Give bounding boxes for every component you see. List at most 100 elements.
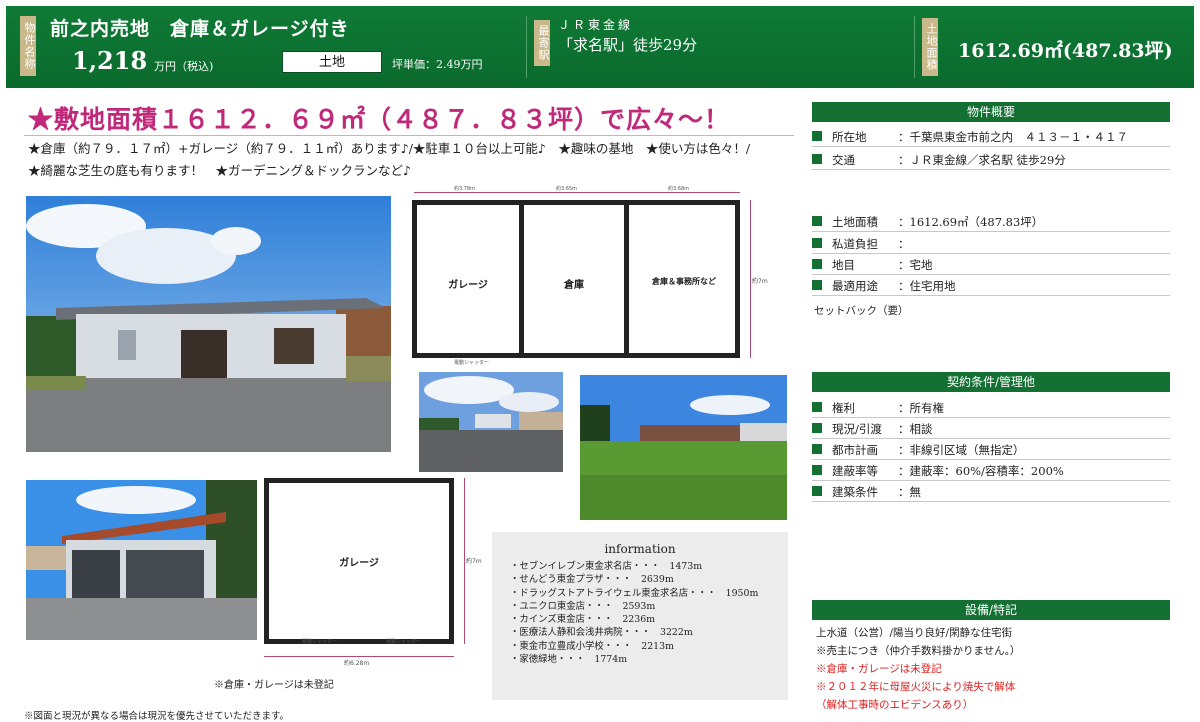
- garage-photo: [26, 480, 257, 640]
- row-value: ：: [898, 237, 910, 251]
- feature-warning: ※２０１２年に母屋火災により焼失で解体: [816, 681, 1016, 693]
- bullet-square: [812, 259, 822, 269]
- unregistered-note: ※倉庫・ガレージは未登記: [214, 680, 334, 691]
- nearby-item: ・せんどう東金プラザ・・・ 2639m: [510, 574, 674, 586]
- setback-note: セットバック（要）: [814, 305, 909, 317]
- depth-dimension: 約7m: [752, 278, 768, 285]
- nearby-item: ・ドラッグストアトライウェル東金求名店・・・ 1950m: [510, 587, 759, 599]
- overview-header: 物件概要: [812, 102, 1170, 122]
- lawn-photo: [580, 375, 787, 520]
- nearby-item: ・ユニクロ東金店・・・ 2593m: [510, 600, 656, 612]
- overview-row: 交通 ：ＪＲ東金線／求名駅 徒歩29分: [812, 149, 1170, 170]
- room-label: 倉庫: [564, 280, 584, 291]
- nearby-info-box: information ・セブンイレブン東金求名店・・・ 1473m ・せんどう…: [492, 532, 788, 700]
- features-list: 上水道（公営）/陽当り良好/閑静な住宅街 ※売主につき（仲介手数料掛かりません。…: [816, 624, 1020, 714]
- property-name: 前之内売地 倉庫＆ガレージ付き: [50, 18, 350, 40]
- contract-row: 権利 ：所有権: [812, 397, 1170, 418]
- row-value: ：住宅用地: [898, 279, 956, 293]
- station-label: 最寄駅: [534, 20, 550, 66]
- overview-row: 私道負担 ：: [812, 233, 1170, 254]
- width-dimension: 約3.78m: [454, 186, 476, 192]
- row-value: ：ＪＲ東金線／求名駅 徒歩29分: [898, 153, 1066, 167]
- shutter-label: 電動シャッター: [454, 360, 490, 366]
- overview-row: 土地面積 ：1612.69㎡（487.83坪）: [812, 211, 1170, 232]
- bullet-square: [812, 154, 822, 164]
- overview-row: 地目 ：宅地: [812, 254, 1170, 275]
- row-label: 地目: [832, 258, 855, 272]
- nearest-station: 「求名駅」徒歩29分: [558, 36, 698, 54]
- row-value: ：無: [898, 485, 921, 499]
- row-value: ：相談: [898, 422, 933, 436]
- info-title: information: [604, 542, 676, 556]
- property-header: 物件名称 前之内売地 倉庫＆ガレージ付き 1,218 万円（税込) 土地 坪単価…: [6, 6, 1194, 88]
- disclaimer-note: ※図面と現況が異なる場合は現況を優先させていただきます。: [24, 711, 290, 722]
- row-value: ：宅地: [898, 258, 933, 272]
- contract-header: 契約条件/管理他: [812, 372, 1170, 392]
- row-label: 所在地: [832, 130, 867, 144]
- row-label: 都市計画: [832, 443, 878, 457]
- dimension-line: [750, 200, 751, 358]
- room-label: ガレージ: [448, 280, 488, 291]
- bullet-square: [812, 216, 822, 226]
- feature-warning: ※倉庫・ガレージは未登記: [816, 663, 942, 675]
- row-label: 権利: [832, 401, 855, 415]
- headline: ★敷地面積１６１２．６９㎡（４８７．８３坪）で広々～！: [28, 105, 731, 134]
- bullet-square: [812, 444, 822, 454]
- driveway-photo: [419, 372, 563, 472]
- width-dimension: 約6.28m: [344, 660, 370, 667]
- room-label: ガレージ: [339, 558, 379, 569]
- contract-row: 都市計画 ：非線引区域（無指定）: [812, 439, 1170, 460]
- contract-row: 建蔽率等 ：建蔽率：60%/容積率：200%: [812, 460, 1170, 481]
- headline-rule: [24, 135, 794, 136]
- shutter-label: 電動シャッター: [302, 639, 338, 645]
- row-value: ：所有権: [898, 401, 944, 415]
- features-header: 設備/特記: [812, 600, 1170, 620]
- depth-dimension: 約7m: [466, 558, 482, 565]
- row-label: 現況/引渡: [832, 422, 882, 436]
- row-value: ：千葉県東金市前之内 ４１３－１・４１７: [898, 130, 1128, 144]
- row-value: ：非線引区域（無指定）: [898, 443, 1025, 457]
- row-value: ：1612.69㎡（487.83坪）: [898, 215, 1044, 229]
- bullet-square: [812, 280, 822, 290]
- dimension-line: [414, 192, 740, 193]
- feature-warning: （解体工事時のエビデンスあり）: [816, 699, 974, 711]
- shutter-label: 電動シャッター: [386, 639, 422, 645]
- description-line: ★倉庫（約７９．１７㎡）+ガレージ（約７９．１１㎡）あります♪/★駐車１０台以上…: [28, 141, 751, 156]
- land-area: 1612.69㎡(487.83坪): [958, 40, 1173, 62]
- bullet-square: [812, 465, 822, 475]
- feature-line: ※売主につき（仲介手数料掛かりません。）: [816, 645, 1021, 657]
- property-type-badge: 土地: [282, 51, 382, 73]
- feature-line: 上水道（公営）/陽当り良好/閑静な住宅街: [816, 627, 1013, 639]
- nearby-item: ・カインズ東金店・・・ 2236m: [510, 614, 656, 626]
- row-label: 建築条件: [832, 485, 878, 499]
- train-line: ＪＲ東金線: [558, 18, 634, 32]
- header-divider: [914, 16, 915, 78]
- row-label: 交通: [832, 153, 855, 167]
- tsubo-price: 坪単価：2.49万円: [392, 58, 483, 71]
- nearby-item: ・東金市立豊成小学校・・・ 2213m: [510, 640, 674, 652]
- area-label: 土地面積: [922, 18, 938, 76]
- row-value: ：建蔽率：60%/容積率：200%: [898, 464, 1064, 478]
- row-label: 最適用途: [832, 279, 878, 293]
- contract-row: 現況/引渡 ：相談: [812, 418, 1170, 439]
- bullet-square: [812, 486, 822, 496]
- garage-floorplan: ガレージ 約7m 電動シャッター 電動シャッター 約6.28m: [262, 476, 492, 668]
- header-divider: [526, 16, 527, 78]
- bullet-square: [812, 423, 822, 433]
- nearby-item: ・セブンイレブン東金求名店・・・ 1473m: [510, 561, 703, 572]
- description: ★倉庫（約７９．１７㎡）+ガレージ（約７９．１１㎡）あります♪/★駐車１０台以上…: [28, 138, 798, 182]
- name-label: 物件名称: [20, 16, 36, 76]
- width-dimension: 約3.65m: [556, 186, 578, 192]
- row-label: 私道負担: [832, 237, 878, 251]
- description-line: ★綺麗な芝生の庭も有ります！ ★ガーデニング＆ドックランなど♪: [28, 163, 411, 178]
- bullet-square: [812, 238, 822, 248]
- dimension-line: [464, 478, 465, 644]
- overview-row: 最適用途 ：住宅用地: [812, 275, 1170, 296]
- dimension-line: [264, 656, 454, 657]
- property-price: 1,218: [72, 46, 148, 75]
- width-dimension: 約3.68m: [668, 186, 690, 192]
- warehouse-floorplan: 約3.78m 約3.65m 約3.68m ガレージ 倉庫 倉庫＆事務所など 約7…: [408, 186, 768, 366]
- warehouse-photo: [26, 196, 391, 452]
- price-unit: 万円（税込): [154, 60, 214, 73]
- row-label: 土地面積: [832, 215, 878, 229]
